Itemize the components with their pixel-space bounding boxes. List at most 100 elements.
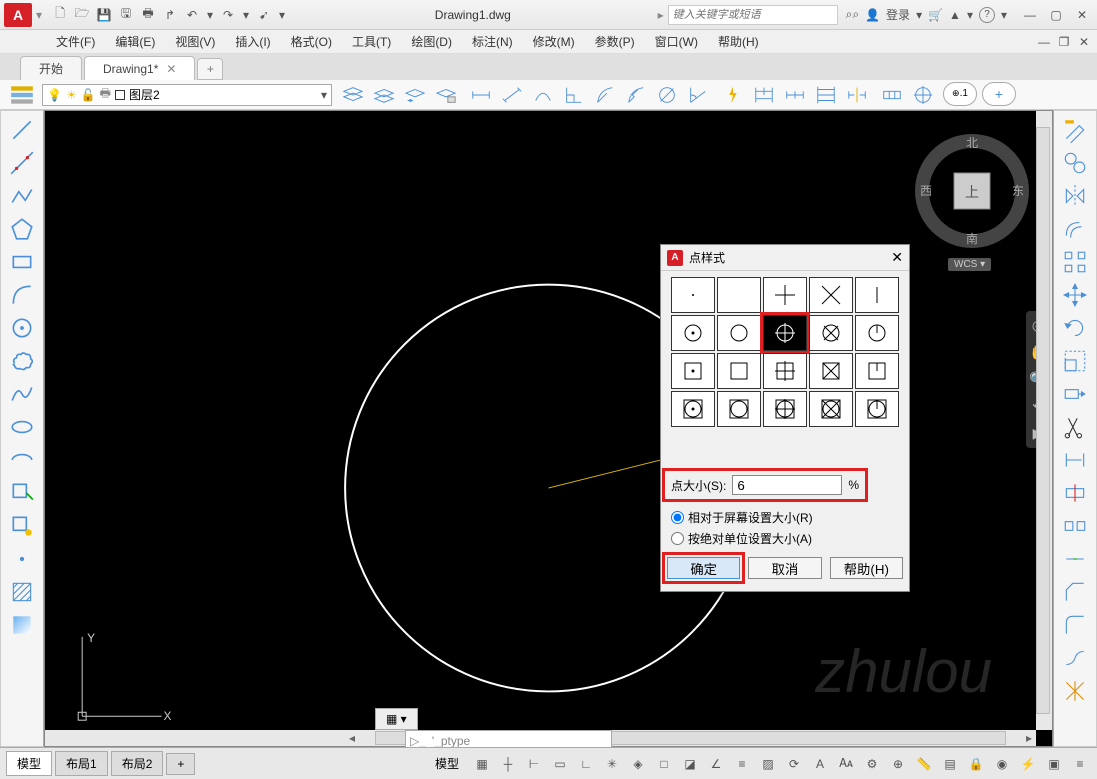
status-lineweight-icon[interactable]: ≡	[731, 753, 753, 775]
signin-arrow[interactable]: ▾	[916, 8, 922, 22]
point-style-square-x[interactable]	[809, 353, 853, 389]
status-infer-icon[interactable]: ⊢	[523, 753, 545, 775]
app-menu-arrow[interactable]: ▾	[36, 8, 42, 22]
status-annotation-scale-icon[interactable]: A	[809, 753, 831, 775]
status-workspace-icon[interactable]: ⚙	[861, 753, 883, 775]
dialog-cancel-button[interactable]: 取消	[748, 557, 821, 579]
status-ortho-icon[interactable]: ∟	[575, 753, 597, 775]
help-icon[interactable]: ?	[979, 7, 995, 23]
insert-block-icon[interactable]	[4, 478, 40, 508]
layer-states-icon[interactable]	[431, 82, 461, 108]
qat-undo[interactable]: ↶	[182, 5, 202, 25]
status-snap-icon[interactable]: ┼	[497, 753, 519, 775]
point-size-input[interactable]	[732, 475, 842, 495]
point-style-plus[interactable]	[763, 277, 807, 313]
point-style-square-circle[interactable]	[717, 391, 761, 427]
menu-view[interactable]: 视图(V)	[167, 31, 223, 52]
point-style-dot[interactable]	[671, 277, 715, 313]
point-style-x[interactable]	[809, 277, 853, 313]
fillet-icon[interactable]	[1057, 610, 1093, 640]
ellipse-icon[interactable]	[4, 412, 40, 442]
point-style-square-circle-plus[interactable]	[763, 391, 807, 427]
qat-saveas[interactable]: 🖫	[116, 5, 136, 25]
status-hwaccel-icon[interactable]: ⚡	[1017, 753, 1039, 775]
status-model-label[interactable]: 模型	[427, 753, 467, 774]
point-style-square-plus[interactable]	[763, 353, 807, 389]
menu-insert[interactable]: 插入(I)	[227, 31, 278, 52]
help-arrow[interactable]: ▾	[1001, 8, 1007, 22]
chamfer-icon[interactable]	[1057, 577, 1093, 607]
menu-help[interactable]: 帮助(H)	[710, 31, 767, 52]
circle-icon[interactable]	[4, 313, 40, 343]
status-annotation-vis-icon[interactable]: 🗛	[835, 753, 857, 775]
point-style-circle-dot[interactable]	[671, 315, 715, 351]
point-style-circle-plus[interactable]	[763, 315, 807, 351]
menu-format[interactable]: 格式(O)	[283, 31, 340, 52]
qat-undo-list[interactable]: ▾	[204, 5, 216, 25]
centermark-icon[interactable]	[908, 82, 938, 108]
layer-prev-icon[interactable]	[400, 82, 430, 108]
viewcube[interactable]: 上 北 南 东 西 WCS ▾	[912, 131, 1032, 251]
polygon-icon[interactable]	[4, 214, 40, 244]
signin-label[interactable]: 登录	[886, 6, 910, 23]
array-icon[interactable]	[1057, 247, 1093, 277]
construction-line-icon[interactable]	[4, 148, 40, 178]
trim-icon[interactable]	[1057, 412, 1093, 442]
menu-parametric[interactable]: 参数(P)	[587, 31, 643, 52]
radio-relative-screen[interactable]: 相对于屏幕设置大小(R)	[671, 509, 903, 526]
file-tab-start[interactable]: 开始	[20, 56, 82, 80]
menu-edit[interactable]: 编辑(E)	[107, 31, 163, 52]
status-otrack-icon[interactable]: ∠	[705, 753, 727, 775]
dim-jogged-icon[interactable]	[621, 82, 651, 108]
ellipse-arc-icon[interactable]	[4, 445, 40, 475]
qat-new[interactable]: 🗋	[50, 5, 70, 25]
qat-plot[interactable]: 🖶	[138, 5, 158, 25]
move-icon[interactable]	[1057, 280, 1093, 310]
dim-baseline-icon[interactable]	[749, 82, 779, 108]
menu-window[interactable]: 窗口(W)	[647, 31, 706, 52]
tolerance-icon[interactable]	[877, 82, 907, 108]
qat-more[interactable]: ▾	[276, 5, 288, 25]
status-grid-icon[interactable]: ▦	[471, 753, 493, 775]
layout1-tab[interactable]: 布局1	[55, 751, 108, 776]
menu-draw[interactable]: 绘图(D)	[403, 31, 460, 52]
offset-icon[interactable]	[1057, 214, 1093, 244]
status-customize-icon[interactable]: ≡	[1069, 753, 1091, 775]
dialog-close-icon[interactable]: ✕	[891, 249, 903, 266]
app-manager-icon[interactable]: ▲	[949, 8, 961, 22]
extend-icon[interactable]	[1057, 445, 1093, 475]
qat-open[interactable]: 🗁	[72, 5, 92, 25]
status-3dosnap-icon[interactable]: ◪	[679, 753, 701, 775]
stretch-icon[interactable]	[1057, 379, 1093, 409]
status-annomonitor-icon[interactable]: ⊕	[887, 753, 909, 775]
line-icon[interactable]	[4, 115, 40, 145]
layer-iso-icon[interactable]	[338, 82, 368, 108]
mdi-minimize[interactable]: —	[1035, 34, 1053, 50]
revcloud-icon[interactable]	[4, 346, 40, 376]
file-tab-add[interactable]: +	[197, 58, 223, 80]
point-style-tick[interactable]	[855, 277, 899, 313]
status-dyninput-icon[interactable]: ▭	[549, 753, 571, 775]
rectangle-icon[interactable]	[4, 247, 40, 277]
layer-dropdown[interactable]: 💡 ☀ 🔓 🖶 图层2 ▾	[42, 84, 332, 106]
file-tab-current[interactable]: Drawing1* ✕	[84, 56, 195, 80]
cart-icon[interactable]: 🛒	[928, 8, 943, 22]
mdi-close[interactable]: ✕	[1075, 34, 1093, 50]
dim-angular-icon[interactable]	[683, 82, 713, 108]
signin-icon[interactable]: 👤	[865, 8, 880, 22]
status-isolate-icon[interactable]: ◉	[991, 753, 1013, 775]
radio-absolute-units[interactable]: 按绝对单位设置大小(A)	[671, 530, 903, 547]
status-cycling-icon[interactable]: ⟳	[783, 753, 805, 775]
search-input[interactable]	[668, 5, 838, 25]
vertical-scrollbar[interactable]	[1036, 111, 1052, 730]
dim-quick-icon[interactable]	[718, 82, 748, 108]
dim-aligned-icon[interactable]	[497, 82, 527, 108]
menu-dimension[interactable]: 标注(N)	[464, 31, 521, 52]
point-style-circle-tick[interactable]	[855, 315, 899, 351]
qat-share[interactable]: ➹	[254, 5, 274, 25]
point-style-square-tick[interactable]	[855, 353, 899, 389]
menu-tools[interactable]: 工具(T)	[344, 31, 399, 52]
explode-icon[interactable]	[1057, 676, 1093, 706]
status-quickprops-icon[interactable]: ▤	[939, 753, 961, 775]
dim-style-icon[interactable]: ⊕.1	[943, 82, 977, 106]
